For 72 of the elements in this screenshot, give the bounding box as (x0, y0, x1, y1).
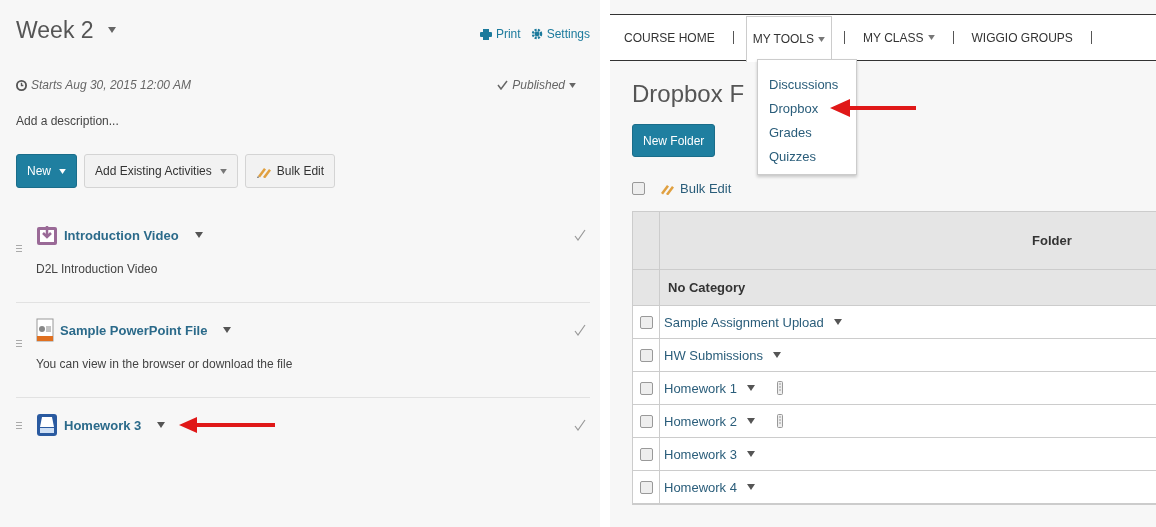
caret-icon[interactable] (746, 451, 755, 457)
menu-item[interactable]: Quizzes (769, 148, 816, 164)
nav-tab[interactable]: MY CLASS (857, 15, 941, 60)
caret-icon[interactable] (746, 484, 755, 490)
new-folder-button[interactable]: New Folder (632, 124, 716, 157)
drag-handle-icon[interactable] (16, 339, 22, 347)
document-icon (36, 318, 54, 342)
activity-description: You can view in the browser or download the file (36, 357, 294, 371)
row-checkbox[interactable] (639, 480, 653, 494)
activity-link[interactable]: Sample PowerPoint File (60, 322, 208, 338)
caret-icon (927, 35, 935, 40)
activity-link[interactable]: Introduction Video (64, 227, 179, 243)
settings-icon (530, 28, 543, 40)
caret-icon[interactable] (223, 327, 232, 333)
drag-handle-icon[interactable] (16, 421, 22, 429)
activity-link[interactable]: Homework 3 (64, 417, 142, 433)
caret-icon[interactable] (746, 418, 755, 424)
print-link[interactable]: Print (479, 27, 521, 41)
video-activity-icon (36, 224, 58, 246)
checkbox[interactable] (632, 181, 645, 195)
category-heading: No Category (668, 280, 746, 295)
caret-icon (569, 82, 576, 88)
nav-tab[interactable]: COURSE HOME (618, 15, 721, 60)
folder-link[interactable]: Homework 3 (664, 446, 737, 462)
folder-link[interactable]: Sample Assignment Upload (664, 314, 824, 330)
caret-icon[interactable] (833, 319, 842, 325)
menu-item[interactable]: Discussions (769, 76, 839, 92)
bulk-edit-link[interactable]: Bulk Edit (659, 180, 732, 196)
row-checkbox[interactable] (639, 381, 653, 395)
menu-item[interactable]: Grades (769, 124, 812, 140)
attachment-icon (776, 381, 783, 395)
menu-item[interactable]: Dropbox (769, 100, 819, 116)
folder-link[interactable]: Homework 2 (664, 413, 737, 429)
start-date: Starts Aug 30, 2015 12:00 AM (16, 78, 191, 92)
row-checkbox[interactable] (639, 348, 653, 362)
check-icon (574, 419, 586, 431)
check-icon (497, 80, 509, 90)
pointer-arrow-icon (177, 415, 278, 435)
caret-icon (59, 168, 66, 174)
check-icon (574, 229, 586, 241)
caret-icon (818, 36, 826, 42)
caret-icon[interactable] (194, 232, 203, 238)
caret-icon[interactable] (746, 385, 755, 391)
drag-handle-icon[interactable] (16, 244, 22, 252)
description-placeholder[interactable]: Add a description... (16, 114, 590, 128)
row-checkbox[interactable] (639, 414, 653, 428)
caret-icon[interactable] (772, 352, 781, 358)
pointer-arrow-icon (828, 98, 918, 118)
week-title: Week 2 (16, 16, 94, 44)
check-icon (574, 324, 586, 336)
toolbar-button[interactable]: Bulk Edit (244, 154, 336, 188)
folder-link[interactable]: HW Submissions (664, 347, 763, 363)
tray-icon (36, 413, 58, 437)
printer-icon (479, 28, 492, 40)
attachment-icon (776, 414, 783, 428)
toolbar-button[interactable]: New (16, 154, 77, 188)
toolbar-button[interactable]: Add Existing Activities (84, 154, 238, 188)
row-checkbox[interactable] (639, 315, 653, 329)
caret-icon[interactable] (107, 27, 116, 33)
column-header: Folder (1032, 233, 1072, 248)
caret-icon[interactable] (157, 422, 166, 428)
clock-icon (16, 79, 27, 91)
page-title: Dropbox F (632, 80, 745, 109)
nav-tab[interactable]: MY TOOLS (745, 15, 833, 62)
activity-description: D2L Introduction Video (36, 262, 159, 276)
settings-link[interactable]: Settings (530, 27, 590, 41)
published-status[interactable]: Published (497, 78, 576, 92)
caret-icon (219, 168, 227, 174)
row-checkbox[interactable] (639, 447, 653, 461)
folder-link[interactable]: Homework 1 (664, 380, 737, 396)
nav-tab[interactable]: WIGGIO GROUPS (965, 15, 1079, 60)
folder-link[interactable]: Homework 4 (664, 479, 737, 495)
